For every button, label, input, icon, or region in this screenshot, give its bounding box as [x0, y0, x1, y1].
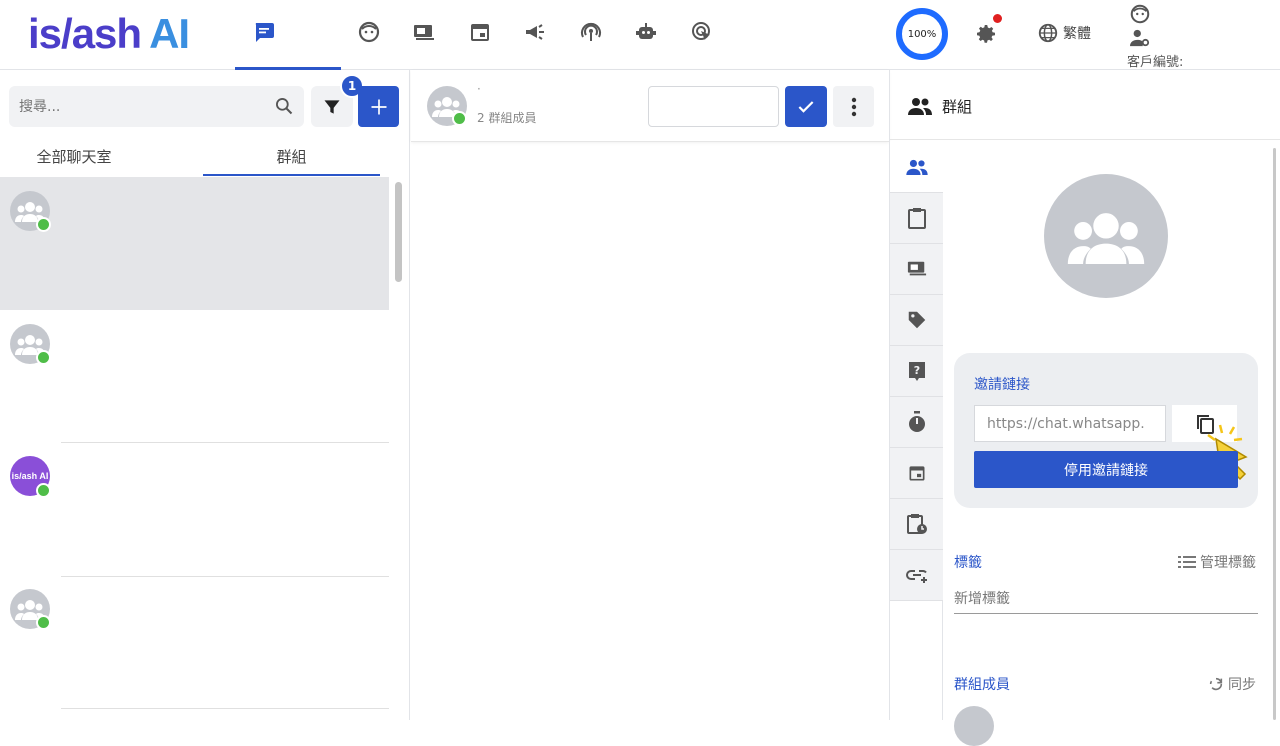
more-vert-icon [851, 97, 856, 116]
add-chat-button[interactable] [358, 86, 399, 127]
side-tab-schedule[interactable] [890, 499, 943, 550]
whatsapp-badge-icon [36, 483, 51, 498]
group-icon [908, 98, 932, 115]
user-face-icon [1130, 4, 1150, 24]
side-tab-faq[interactable]: ? [890, 346, 943, 397]
clipboard-clock-icon [906, 514, 927, 534]
user-profile[interactable]: 客戶編號: [1127, 3, 1197, 70]
tab-groups[interactable]: 群組 [203, 138, 380, 174]
active-tab-indicator [203, 174, 380, 176]
scrollbar-thumb[interactable] [395, 182, 402, 282]
broadcast-icon[interactable] [522, 19, 548, 45]
chat-list-item[interactable] [0, 577, 389, 710]
settings-gear-icon[interactable] [974, 22, 998, 46]
user-settings-icon [1130, 29, 1150, 47]
members-section-title: 群組成員 [954, 677, 1010, 693]
conversation-title: · [477, 82, 481, 96]
search-icon[interactable] [274, 96, 294, 116]
add-tag-input[interactable]: 新增標籤 [954, 588, 1258, 614]
language-label: 繁體 [1063, 26, 1091, 42]
chat-list-pane: 1 全部聊天室 群組 is/ash AI [0, 70, 410, 720]
member-avatar [954, 706, 994, 746]
chat-list-item[interactable] [0, 177, 389, 310]
side-tab-link[interactable] [890, 550, 943, 601]
whatsapp-badge-icon [36, 217, 51, 232]
group-details-pane: 群組 ? 邀請鏈接 https://chat.whatsapp. 停用邀請鏈接 … [889, 70, 1280, 746]
notification-dot [993, 14, 1002, 23]
manage-tags-label: 管理標籤 [1200, 555, 1256, 571]
sync-label: 同步 [1228, 677, 1256, 693]
whatsapp-badge-icon [36, 615, 51, 630]
details-header: 群組 [890, 70, 1280, 140]
customer-id-label: 客戶編號: [1127, 55, 1184, 70]
clipboard-icon [907, 208, 926, 229]
side-tab-timer[interactable] [890, 397, 943, 448]
members-count: 2 群組成員 [477, 111, 537, 125]
add-tag-placeholder: 新增標籤 [954, 591, 1010, 607]
bot-icon[interactable] [633, 19, 659, 45]
divider [61, 708, 389, 709]
manage-tags-link[interactable]: 管理標籤 [1178, 552, 1256, 572]
tag-icon [908, 311, 925, 329]
side-tab-members[interactable] [890, 142, 943, 193]
side-tab-notes[interactable] [890, 193, 943, 244]
calendar-icon [909, 466, 924, 481]
calendar-icon[interactable] [467, 19, 493, 45]
media-icon [907, 261, 926, 276]
svg-text:?: ? [913, 364, 919, 377]
invite-link-field[interactable]: https://chat.whatsapp. [974, 405, 1166, 442]
group-icon [905, 159, 928, 175]
stopwatch-icon [908, 411, 925, 432]
disable-invite-link-button[interactable]: 停用邀請鏈接 [974, 451, 1238, 488]
details-scrollbar[interactable] [1273, 148, 1276, 720]
check-icon [798, 100, 814, 113]
brand-logo[interactable]: is/ash AI [28, 10, 190, 58]
sync-icon [1209, 677, 1223, 691]
add-link-icon [905, 570, 927, 583]
whatsapp-badge-icon [452, 111, 467, 126]
sync-members-button[interactable]: 同步 [1208, 674, 1256, 694]
confirm-button[interactable] [785, 86, 827, 127]
conversation-pane: · 2 群組成員 [411, 70, 889, 720]
filter-icon [324, 99, 340, 114]
globe-icon [1038, 23, 1058, 43]
group-profile-avatar [1044, 174, 1168, 298]
search-box[interactable] [9, 86, 304, 127]
more-options-button[interactable] [833, 86, 874, 127]
side-tab-calendar[interactable] [890, 448, 943, 499]
language-switcher[interactable]: 繁體 [1037, 22, 1091, 44]
details-title: 群組 [942, 98, 973, 116]
side-tab-tags[interactable] [890, 295, 943, 346]
details-side-tabs: ? [890, 142, 943, 720]
chat-icon[interactable] [251, 19, 277, 45]
face-icon[interactable] [356, 19, 382, 45]
help-icon: ? [908, 362, 925, 381]
top-navigation-bar: is/ash AI 100% 繁體 客戶編號: [0, 0, 1280, 70]
conversation-header: · 2 群組成員 [411, 70, 889, 142]
conversation-name-input[interactable] [648, 86, 779, 127]
invite-link-card: 邀請鏈接 https://chat.whatsapp. 停用邀請鏈接 [954, 353, 1258, 508]
media-icon[interactable] [411, 19, 437, 45]
whatsapp-badge-icon [36, 350, 51, 365]
brand-avatar-text: is/ash AI [11, 471, 49, 481]
usage-progress-ring[interactable]: 100% [896, 8, 948, 60]
plus-icon [371, 99, 386, 114]
podcast-icon[interactable] [578, 19, 604, 45]
tags-section-title: 標籤 [954, 555, 982, 571]
chat-list-item[interactable]: is/ash AI [0, 443, 389, 576]
side-tab-media[interactable] [890, 244, 943, 295]
progress-label: 100% [907, 28, 937, 40]
tab-all-chats[interactable]: 全部聊天室 [0, 138, 148, 174]
chat-list-item[interactable] [0, 310, 389, 443]
click-icon[interactable] [689, 19, 715, 45]
search-input[interactable] [19, 98, 259, 115]
invite-link-label: 邀請鏈接 [974, 377, 1030, 393]
list-icon [1178, 556, 1196, 568]
